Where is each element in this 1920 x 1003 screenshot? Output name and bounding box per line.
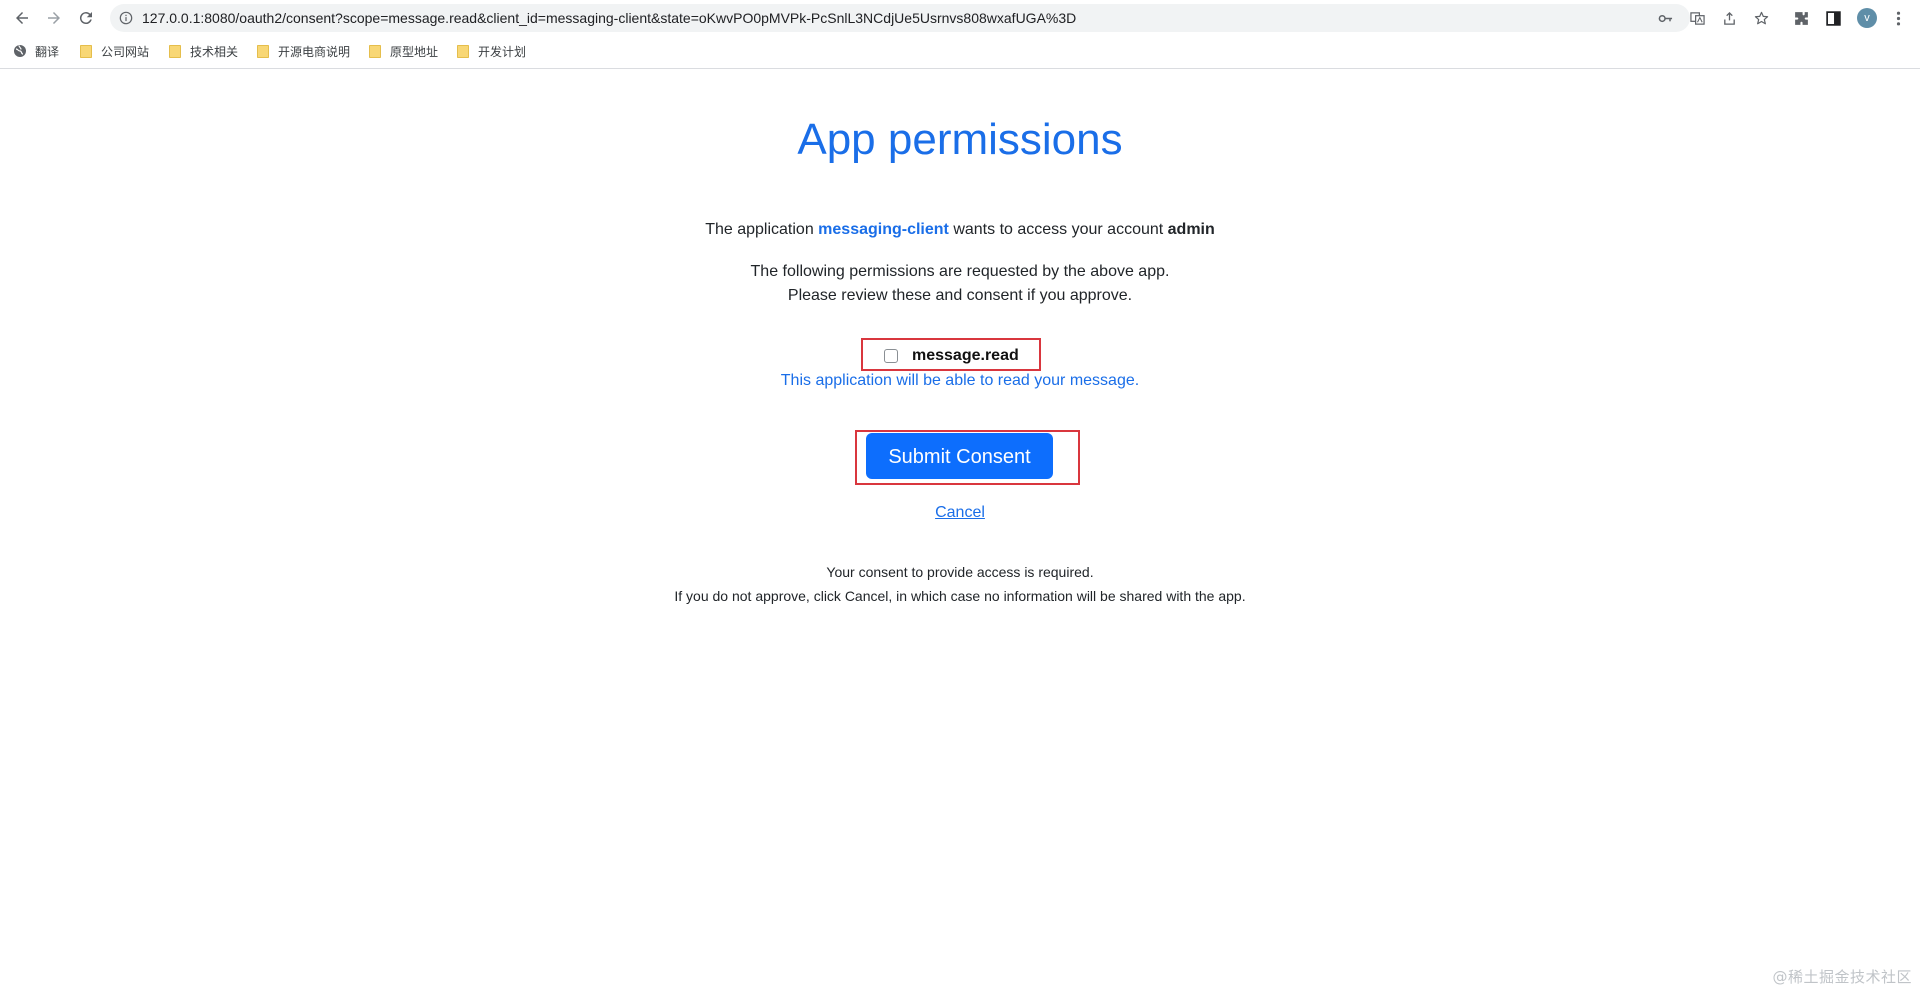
- cancel-container: Cancel: [0, 503, 1920, 523]
- watermark: @稀土掘金技术社区: [1772, 968, 1912, 986]
- reload-button[interactable]: [74, 6, 98, 30]
- cancel-link[interactable]: Cancel: [935, 504, 985, 521]
- page-title: App permissions: [797, 115, 1123, 164]
- consent-footnote: Your consent to provide access is requir…: [0, 560, 1920, 608]
- intro-text: The application messaging-client wants t…: [0, 220, 1920, 240]
- scope-description: This application will be able to read yo…: [780, 372, 1140, 389]
- folder-icon: [79, 44, 93, 58]
- browser-chrome: 127.0.0.1:8080/oauth2/consent?scope=mess…: [0, 0, 1920, 69]
- bookmark-ecommerce[interactable]: 开源电商说明: [256, 42, 350, 60]
- folder-icon: [456, 44, 470, 58]
- bookmark-label: 技术相关: [190, 44, 239, 59]
- profile-avatar[interactable]: v: [1857, 8, 1877, 28]
- submit-consent-button[interactable]: Submit Consent: [866, 433, 1053, 479]
- client-name: messaging-client: [818, 221, 949, 238]
- translate-icon[interactable]: [1688, 10, 1706, 26]
- scope-label[interactable]: message.read: [912, 347, 1019, 365]
- globe-icon: [13, 44, 27, 58]
- back-button[interactable]: [10, 6, 34, 30]
- info-icon[interactable]: [118, 10, 134, 26]
- bookmark-label: 开源电商说明: [278, 44, 351, 59]
- perm-line-2: Please review these and consent if you a…: [787, 287, 1133, 304]
- extensions-icon[interactable]: [1791, 8, 1811, 28]
- reload-icon: [79, 12, 92, 25]
- url-text[interactable]: 127.0.0.1:8080/oauth2/consent?scope=mess…: [142, 10, 1076, 26]
- folder-icon: [168, 44, 182, 58]
- bookmark-translate[interactable]: 翻译: [13, 42, 59, 60]
- arrow-left-icon: [16, 12, 28, 24]
- perm-line-1: The following permissions are requested …: [750, 263, 1170, 280]
- address-bar[interactable]: 127.0.0.1:8080/oauth2/consent?scope=mess…: [110, 4, 1768, 32]
- share-icon[interactable]: [1720, 10, 1738, 26]
- browser-toolbar: 127.0.0.1:8080/oauth2/consent?scope=mess…: [0, 0, 1920, 36]
- footnote-line-1: Your consent to provide access is requir…: [826, 564, 1094, 580]
- bookmark-label: 翻译: [35, 44, 60, 59]
- arrow-right-icon: [48, 12, 60, 24]
- bookmark-label: 原型地址: [390, 44, 439, 59]
- scope-checkbox[interactable]: [884, 349, 898, 363]
- folder-icon: [256, 44, 270, 58]
- scope-item[interactable]: message.read: [884, 347, 1019, 365]
- bookmark-label: 公司网站: [101, 44, 150, 59]
- bookmarks-bar: 翻译 公司网站 技术相关 开源电商说明 原型地址 开发计划: [0, 38, 1920, 64]
- bookmark-prototype[interactable]: 原型地址: [368, 42, 438, 60]
- bookmark-label: 开发计划: [478, 44, 527, 59]
- bookmark-company-site[interactable]: 公司网站: [79, 42, 149, 60]
- bookmark-dev-plan[interactable]: 开发计划: [456, 42, 526, 60]
- intro-middle: wants to access your account: [948, 221, 1168, 238]
- bookmark-tech[interactable]: 技术相关: [168, 42, 238, 60]
- account-name: admin: [1167, 221, 1215, 238]
- key-icon[interactable]: [1656, 10, 1674, 26]
- menu-dots-icon[interactable]: [1888, 8, 1908, 28]
- star-icon[interactable]: [1752, 10, 1770, 26]
- forward-button[interactable]: [42, 6, 66, 30]
- permissions-description: The following permissions are requested …: [0, 260, 1920, 308]
- footnote-line-2: If you do not approve, click Cancel, in …: [674, 588, 1246, 604]
- folder-icon: [368, 44, 382, 58]
- intro-prefix: The application: [705, 221, 819, 238]
- side-panel-icon[interactable]: [1823, 8, 1843, 28]
